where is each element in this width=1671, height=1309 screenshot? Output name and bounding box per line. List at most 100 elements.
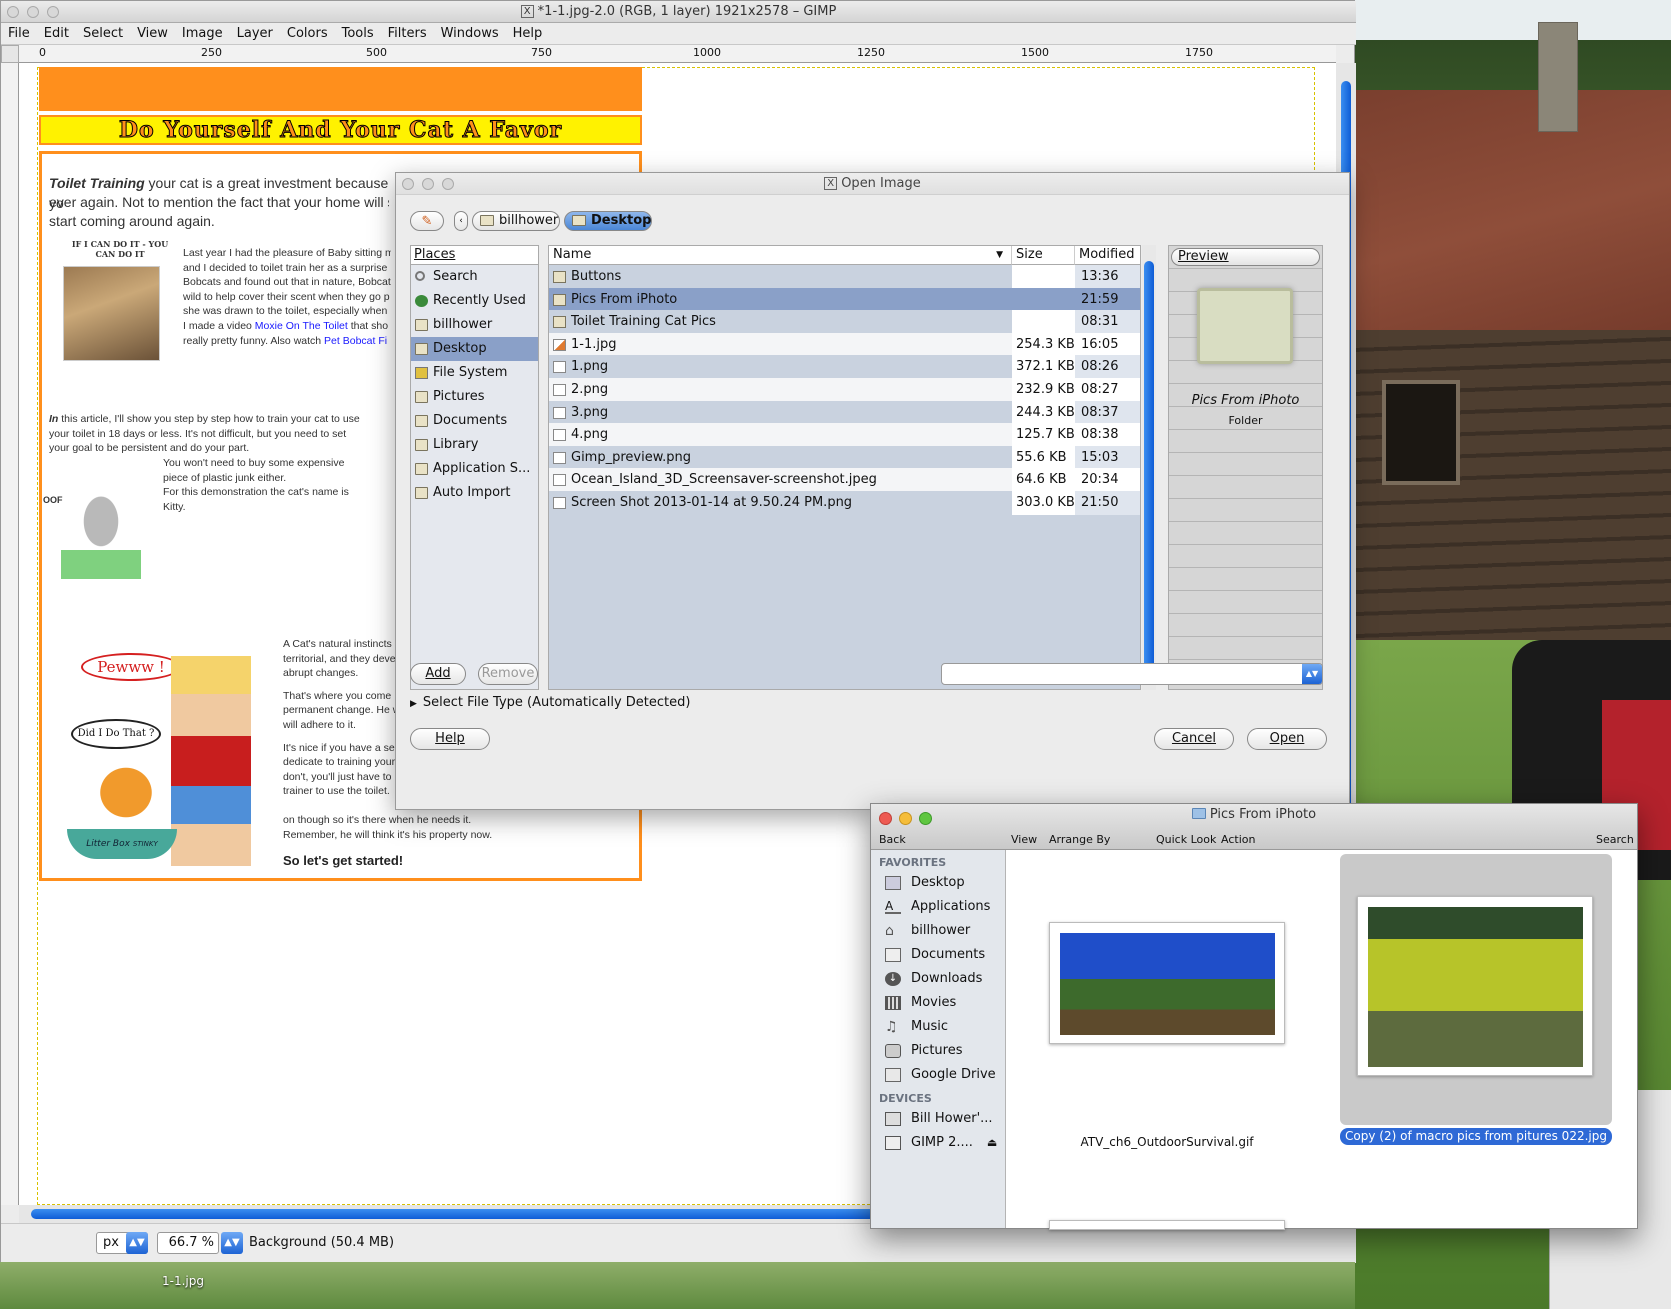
place-application-support[interactable]: Application S... <box>411 457 538 481</box>
file-label-selected[interactable]: Copy (2) of macro pics from pitures 022.… <box>1340 1128 1612 1145</box>
sidebar-item-downloads[interactable]: ↓ Downloads <box>885 970 982 988</box>
place-pictures[interactable]: Pictures <box>411 385 538 409</box>
menu-help[interactable]: Help <box>506 23 550 45</box>
sidebar-item-movies[interactable]: Movies <box>885 994 956 1012</box>
menu-edit[interactable]: Edit <box>37 23 76 45</box>
type-location-button[interactable]: ✎ <box>410 211 444 231</box>
sidebar-item-music[interactable]: ♫ Music <box>885 1018 948 1036</box>
file-row[interactable]: Pics From iPhoto 21:59 <box>549 287 1140 312</box>
action-button[interactable]: Action <box>1221 833 1255 846</box>
dialog-close-button[interactable] <box>402 178 414 190</box>
help-button[interactable]: Help <box>410 728 490 750</box>
place-auto-import[interactable]: Auto Import <box>411 481 538 505</box>
breadcrumb-desktop[interactable]: Desktop <box>564 211 652 231</box>
file-row[interactable]: Ocean_Island_3D_Screensaver-screenshot.j… <box>549 468 1140 493</box>
sidebar-item-desktop[interactable]: Desktop <box>885 874 965 892</box>
column-name[interactable]: Name ▼ <box>549 246 1012 265</box>
menu-colors[interactable]: Colors <box>280 23 335 45</box>
place-library[interactable]: Library <box>411 433 538 457</box>
file-filter-combo[interactable]: ▲▼ <box>941 663 1323 685</box>
sidebar-item-pictures[interactable]: Pictures <box>885 1042 962 1060</box>
menu-file[interactable]: File <box>1 23 37 45</box>
quick-mask-toggle[interactable] <box>1 45 19 63</box>
file-row[interactable]: 1-1.jpg 254.3 KB 16:05 <box>549 332 1140 357</box>
dialog-title-bar[interactable]: X Open Image <box>396 173 1349 195</box>
vertical-ruler[interactable] <box>1 63 19 1205</box>
text-line: In this article, I'll show you step by s… <box>49 412 379 427</box>
place-billhower[interactable]: billhower <box>411 313 538 337</box>
place-desktop[interactable]: Desktop <box>411 337 538 361</box>
select-file-type-expander[interactable]: ▶ Select File Type (Automatically Detecte… <box>410 695 690 710</box>
column-label: Name <box>553 247 592 262</box>
text-line: really pretty funny. Also watch Pet Bobc… <box>183 334 391 349</box>
pencil-icon: ✎ <box>421 214 433 229</box>
file-row[interactable]: 3.png 244.3 KB 08:37 <box>549 400 1140 425</box>
menu-image[interactable]: Image <box>175 23 230 45</box>
gimp-title-bar[interactable]: X *1-1.jpg-2.0 (RGB, 1 layer) 1921x2578 –… <box>1 1 1356 23</box>
column-modified[interactable]: Modified <box>1075 246 1140 265</box>
unit-dropdown-arrow[interactable]: ▲▼ <box>126 1232 148 1254</box>
zoom-dropdown-arrow[interactable]: ▲▼ <box>221 1232 243 1254</box>
column-size[interactable]: Size <box>1012 246 1075 265</box>
zoom-field[interactable]: 66.7 % <box>157 1232 219 1254</box>
horizontal-ruler[interactable]: 0 250 500 750 1000 1250 1500 1750 <box>19 45 1336 63</box>
place-recently-used[interactable]: Recently Used <box>411 289 538 313</box>
file-list-scrollbar[interactable] <box>1142 245 1156 690</box>
remove-bookmark-button[interactable]: Remove <box>478 663 538 685</box>
menu-windows[interactable]: Windows <box>434 23 506 45</box>
file-row[interactable]: 4.png 125.7 KB 08:38 <box>549 423 1140 448</box>
file-thumbnail[interactable] <box>1049 922 1285 1044</box>
file-row[interactable]: Gimp_preview.png 55.6 KB 15:03 <box>549 445 1140 470</box>
bobcat-image <box>63 266 160 361</box>
file-row[interactable]: 1.png 372.1 KB 08:26 <box>549 355 1140 380</box>
view-button[interactable]: View <box>1011 833 1037 846</box>
sidebar-item-documents[interactable]: Documents <box>885 946 985 964</box>
back-button[interactable]: Back <box>879 833 906 846</box>
moxie-video-link[interactable]: Moxie On The Toilet <box>255 320 348 332</box>
window-zoom-button[interactable] <box>47 6 59 18</box>
cancel-button[interactable]: Cancel <box>1154 728 1234 750</box>
sidebar-item-google-drive[interactable]: Google Drive <box>885 1066 996 1084</box>
menu-layer[interactable]: Layer <box>230 23 280 45</box>
text-line: A Cat's natural instincts <box>283 638 392 650</box>
downloads-icon: ↓ <box>885 972 901 986</box>
file-row[interactable]: 2.png 232.9 KB 08:27 <box>549 378 1140 402</box>
menu-view[interactable]: View <box>130 23 175 45</box>
sidebar-item-applications[interactable]: A Applications <box>885 898 990 916</box>
path-scroll-left-button[interactable]: ‹ <box>454 211 468 231</box>
file-row[interactable]: Screen Shot 2013-01-14 at 9.50.24 PM.png… <box>549 491 1140 515</box>
add-bookmark-button[interactable]: Add <box>410 663 466 685</box>
quick-look-button[interactable]: Quick Look <box>1156 833 1216 846</box>
file-label-atv[interactable]: ATV_ch6_OutdoorSurvival.gif <box>1049 1135 1285 1149</box>
menu-select[interactable]: Select <box>76 23 130 45</box>
pet-bobcat-link[interactable]: Pet Bobcat Fi <box>324 335 387 347</box>
open-button[interactable]: Open <box>1247 728 1327 750</box>
file-row[interactable]: Buttons 13:36 <box>549 265 1140 289</box>
file-thumbnail-partial[interactable] <box>1049 1220 1285 1230</box>
taskbar-label[interactable]: 1-1.jpg <box>162 1274 204 1288</box>
place-documents[interactable]: Documents <box>411 409 538 433</box>
file-thumbnail-selected[interactable] <box>1357 896 1593 1076</box>
text-line: abrupt changes. <box>283 667 359 680</box>
breadcrumb-billhower[interactable]: billhower <box>472 211 560 231</box>
file-row[interactable]: Toilet Training Cat Pics 08:31 <box>549 310 1140 335</box>
file-modified: 21:50 <box>1081 495 1119 510</box>
sidebar-item-billhower[interactable]: ⌂ billhower <box>885 922 970 940</box>
window-minimize-button[interactable] <box>27 6 39 18</box>
window-close-button[interactable] <box>7 6 19 18</box>
scrollbar-thumb[interactable] <box>1144 261 1154 671</box>
search-field[interactable]: Search <box>1596 833 1634 846</box>
place-search[interactable]: Search <box>411 265 538 289</box>
dialog-zoom-button[interactable] <box>442 178 454 190</box>
menu-filters[interactable]: Filters <box>381 23 434 45</box>
preview-toggle[interactable]: Preview <box>1171 248 1320 266</box>
sidebar-item-gimp-volume[interactable]: GIMP 2.... ⏏ <box>885 1134 997 1152</box>
arrange-by-button[interactable]: Arrange By <box>1049 833 1110 846</box>
place-file-system[interactable]: File System <box>411 361 538 385</box>
sidebar-item-computer[interactable]: Bill Hower'... <box>885 1110 993 1128</box>
places-header[interactable]: Places <box>411 246 538 265</box>
eject-icon[interactable]: ⏏ <box>987 1136 997 1149</box>
menu-tools[interactable]: Tools <box>335 23 381 45</box>
dialog-minimize-button[interactable] <box>422 178 434 190</box>
place-label: billhower <box>433 317 493 332</box>
